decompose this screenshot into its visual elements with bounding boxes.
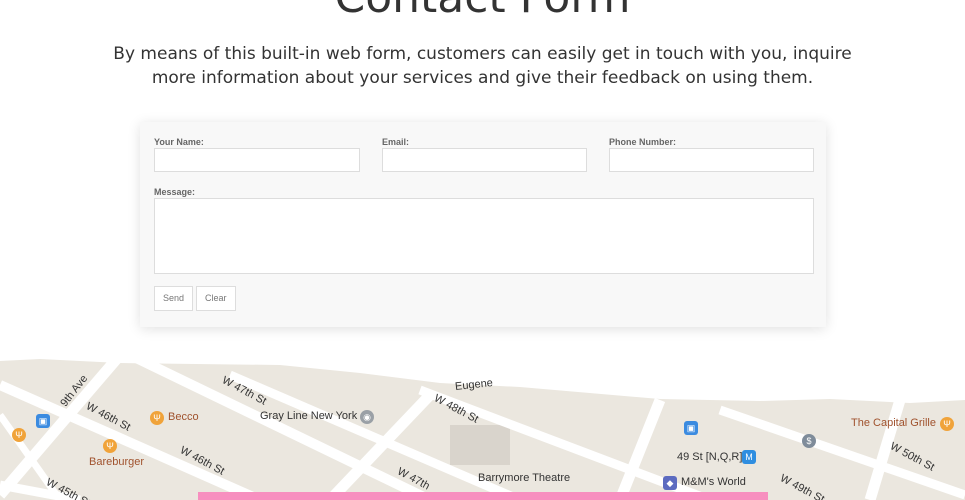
map-poi-becco[interactable]: Becco xyxy=(168,411,199,423)
camera-icon: ◉ xyxy=(360,410,374,424)
phone-input[interactable] xyxy=(609,148,814,172)
clear-button[interactable]: Clear xyxy=(196,286,236,311)
email-input[interactable] xyxy=(382,148,587,172)
bus-icon: ▣ xyxy=(36,414,50,428)
shopping-bag-icon: ◆ xyxy=(663,476,677,490)
page-title: Contact Form xyxy=(0,0,965,23)
map-poi-gray-line[interactable]: Gray Line New York xyxy=(260,410,357,422)
map-poi-mms-world[interactable]: M&M's World xyxy=(681,476,746,488)
dollar-icon: $ xyxy=(802,434,816,448)
fork-knife-icon: Ψ xyxy=(12,428,26,442)
send-button[interactable]: Send xyxy=(154,286,194,311)
contact-form: Your Name: Email: Phone Number: Message:… xyxy=(140,122,826,327)
fork-knife-icon: Ψ xyxy=(103,439,117,453)
name-input[interactable] xyxy=(154,148,360,172)
fork-knife-icon: Ψ xyxy=(150,411,164,425)
map-poi-barrymore[interactable]: Barrymore Theatre xyxy=(478,472,570,484)
fork-knife-icon: Ψ xyxy=(940,417,954,431)
name-label: Your Name: xyxy=(154,137,204,147)
email-label: Email: xyxy=(382,137,410,147)
pink-footer-bar xyxy=(198,492,768,500)
map-poi-bareburger[interactable]: Bareburger xyxy=(89,456,144,468)
map-poi-49st[interactable]: 49 St [N,Q,R] xyxy=(677,451,742,463)
bus-icon: ▣ xyxy=(684,421,698,435)
message-label: Message: xyxy=(154,187,196,197)
phone-label: Phone Number: xyxy=(609,137,677,147)
page-intro: By means of this built-in web form, cust… xyxy=(113,44,852,88)
map[interactable]: 9th Ave W 46th St W 47th St W 48th St W … xyxy=(0,355,965,500)
map-poi-capital-grille[interactable]: The Capital Grille xyxy=(851,417,936,429)
message-textarea[interactable] xyxy=(154,198,814,274)
subway-icon: M xyxy=(742,450,756,464)
